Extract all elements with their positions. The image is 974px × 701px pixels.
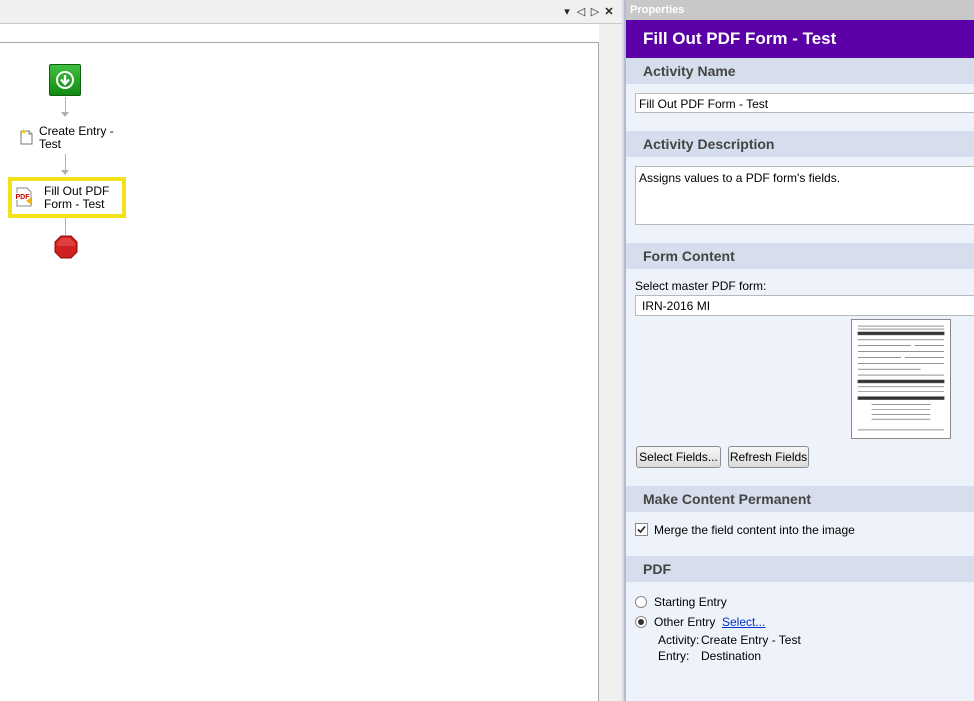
workflow-designer: ▾ ◁ ▷ ✕ Create Entry - Test PDF Fill Out… bbox=[0, 0, 622, 701]
stop-node-icon[interactable] bbox=[54, 235, 78, 259]
activity-description-textarea[interactable]: Assigns values to a PDF form's fields. bbox=[635, 166, 974, 225]
designer-toolbar: ▾ ◁ ▷ ✕ bbox=[0, 0, 622, 24]
scroll-left-icon[interactable]: ◁ bbox=[575, 5, 587, 19]
other-entry-label[interactable]: Other Entry bbox=[654, 615, 715, 629]
activity-value: Create Entry - Test bbox=[701, 633, 801, 647]
checkmark-icon bbox=[637, 525, 646, 534]
activity-description-heading: Activity Description bbox=[626, 131, 974, 157]
scroll-right-icon[interactable]: ▷ bbox=[589, 5, 601, 19]
activity-name-input[interactable]: Fill Out PDF Form - Test bbox=[635, 93, 974, 113]
entry-value: Destination bbox=[701, 649, 762, 663]
properties-title: Fill Out PDF Form - Test bbox=[626, 20, 974, 58]
select-master-pdf-label: Select master PDF form: bbox=[635, 279, 767, 293]
other-entry-radio[interactable] bbox=[635, 616, 647, 628]
pdf-heading: PDF bbox=[626, 556, 974, 582]
create-entry-icon[interactable] bbox=[20, 128, 34, 145]
merge-content-label[interactable]: Merge the field content into the image bbox=[654, 523, 855, 537]
activity-key-label: Activity: bbox=[658, 633, 700, 647]
entry-key-label: Entry: bbox=[658, 649, 690, 663]
activity-name-heading: Activity Name bbox=[626, 58, 974, 84]
properties-content: Activity Name Fill Out PDF Form - Test A… bbox=[626, 58, 974, 701]
dropdown-arrow-icon[interactable]: ▾ bbox=[561, 5, 573, 19]
connector-line bbox=[65, 154, 66, 171]
properties-header: Properties bbox=[626, 0, 974, 20]
down-arrow-icon bbox=[60, 75, 70, 86]
connector-arrow-icon bbox=[61, 170, 69, 175]
merge-content-checkbox[interactable] bbox=[635, 523, 648, 536]
refresh-fields-button[interactable]: Refresh Fields bbox=[728, 446, 809, 468]
close-icon[interactable]: ✕ bbox=[603, 5, 615, 19]
canvas-top-strip bbox=[0, 24, 599, 42]
connector-line bbox=[65, 97, 66, 113]
select-fields-button[interactable]: Select Fields... bbox=[636, 446, 721, 468]
connector-line bbox=[65, 218, 66, 235]
starting-entry-label[interactable]: Starting Entry bbox=[654, 595, 727, 609]
select-entry-link[interactable]: Select... bbox=[722, 615, 765, 629]
connector-arrow-icon bbox=[61, 112, 69, 117]
properties-panel: Properties Fill Out PDF Form - Test Acti… bbox=[624, 0, 974, 701]
make-permanent-heading: Make Content Permanent bbox=[626, 486, 974, 512]
pdf-document-icon[interactable]: PDF bbox=[15, 187, 33, 207]
start-node-icon[interactable] bbox=[49, 64, 81, 96]
master-pdf-form-input[interactable]: IRN-2016 MI bbox=[635, 295, 974, 316]
starting-entry-radio[interactable] bbox=[635, 596, 647, 608]
create-entry-node-label[interactable]: Create Entry - Test bbox=[39, 125, 119, 151]
form-content-heading: Form Content bbox=[626, 243, 974, 269]
fill-pdf-node-label[interactable]: Fill Out PDF Form - Test bbox=[44, 185, 124, 211]
pdf-preview-thumbnail bbox=[851, 319, 951, 439]
